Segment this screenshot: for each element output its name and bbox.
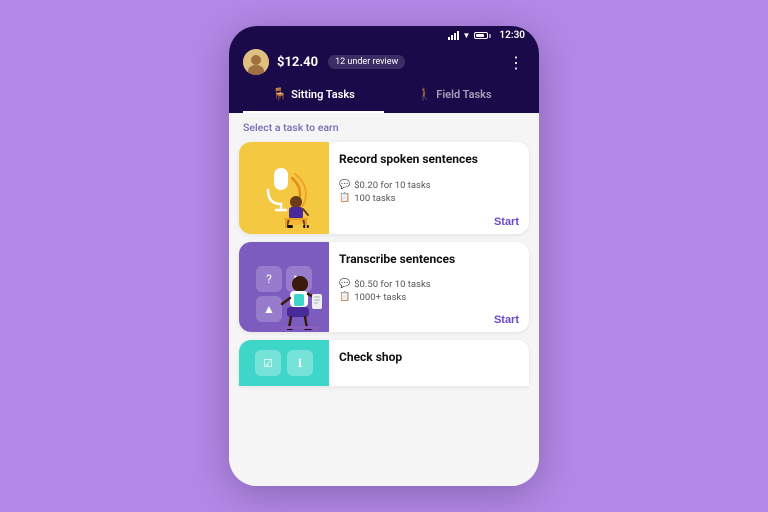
- partial-info-check-shop: Check shop: [329, 340, 529, 386]
- card-meta-row-tasks2: 📋 1000+ tasks: [339, 292, 519, 303]
- task-card-check-shop: ☑ ℹ Check shop: [239, 340, 529, 386]
- content-area: Select a task to earn: [229, 113, 539, 486]
- card-illustration-record: [239, 142, 329, 234]
- mic-illustration: [254, 150, 314, 230]
- pay-icon: 💬: [339, 180, 350, 190]
- sitting-icon: 🪑: [272, 87, 287, 101]
- tab-field-tasks[interactable]: 🚶 Field Tasks: [384, 83, 525, 105]
- card-action-record: Start: [339, 216, 519, 228]
- signal-icon: [448, 31, 459, 40]
- card-info-transcribe: Transcribe sentences 💬 $0.50 for 10 task…: [329, 242, 529, 332]
- start-button-record[interactable]: Start: [494, 216, 519, 228]
- card-illustration-transcribe: ? ▶ ▲: [239, 242, 329, 332]
- more-icon[interactable]: ⋮: [508, 53, 525, 72]
- card-title-transcribe: Transcribe sentences: [339, 252, 519, 268]
- start-button-transcribe[interactable]: Start: [494, 314, 519, 326]
- info-icon-box: ℹ: [287, 350, 313, 376]
- pay-icon2: 💬: [339, 279, 350, 289]
- tasks-icon2: 📋: [339, 292, 350, 302]
- person-transcribe: [272, 272, 327, 332]
- card-meta-transcribe: 💬 $0.50 for 10 tasks 📋 1000+ tasks: [339, 279, 519, 303]
- card-title-record: Record spoken sentences: [339, 152, 519, 168]
- partial-title-check-shop: Check shop: [339, 350, 519, 364]
- checklist-icon-box: ☑: [255, 350, 281, 376]
- card-action-transcribe: Start: [339, 314, 519, 326]
- wifi-icon: ▼: [463, 31, 471, 40]
- card-meta-row-pay: 💬 $0.20 for 10 tasks: [339, 180, 519, 191]
- status-time: 12:30: [499, 30, 525, 41]
- balance-amount: $12.40: [277, 55, 318, 70]
- card-meta-row-tasks: 📋 100 tasks: [339, 193, 519, 204]
- status-bar: ▼ 12:30: [229, 26, 539, 43]
- avatar: [243, 49, 269, 75]
- app-bar: $12.40 12 under review ⋮: [229, 43, 539, 83]
- tab-bar: 🪑 Sitting Tasks 🚶 Field Tasks: [229, 83, 539, 113]
- task-card-transcribe: ? ▶ ▲: [239, 242, 529, 332]
- review-badge: 12 under review: [328, 55, 405, 69]
- card-meta-row-pay2: 💬 $0.50 for 10 tasks: [339, 279, 519, 290]
- tab-sitting-tasks[interactable]: 🪑 Sitting Tasks: [243, 83, 384, 105]
- task-card-record: Record spoken sentences 💬 $0.20 for 10 t…: [239, 142, 529, 234]
- field-icon: 🚶: [417, 87, 432, 101]
- section-label: Select a task to earn: [229, 113, 539, 138]
- card-info-record: Record spoken sentences 💬 $0.20 for 10 t…: [329, 142, 529, 234]
- battery-icon: [474, 32, 491, 39]
- partial-illustration-check-shop: ☑ ℹ: [239, 340, 329, 386]
- tasks-icon: 📋: [339, 193, 350, 203]
- card-meta-record: 💬 $0.20 for 10 tasks 📋 100 tasks: [339, 180, 519, 204]
- phone-container: ▼ 12:30 $12.40 12 under review ⋮ 🪑 Sitti…: [229, 26, 539, 486]
